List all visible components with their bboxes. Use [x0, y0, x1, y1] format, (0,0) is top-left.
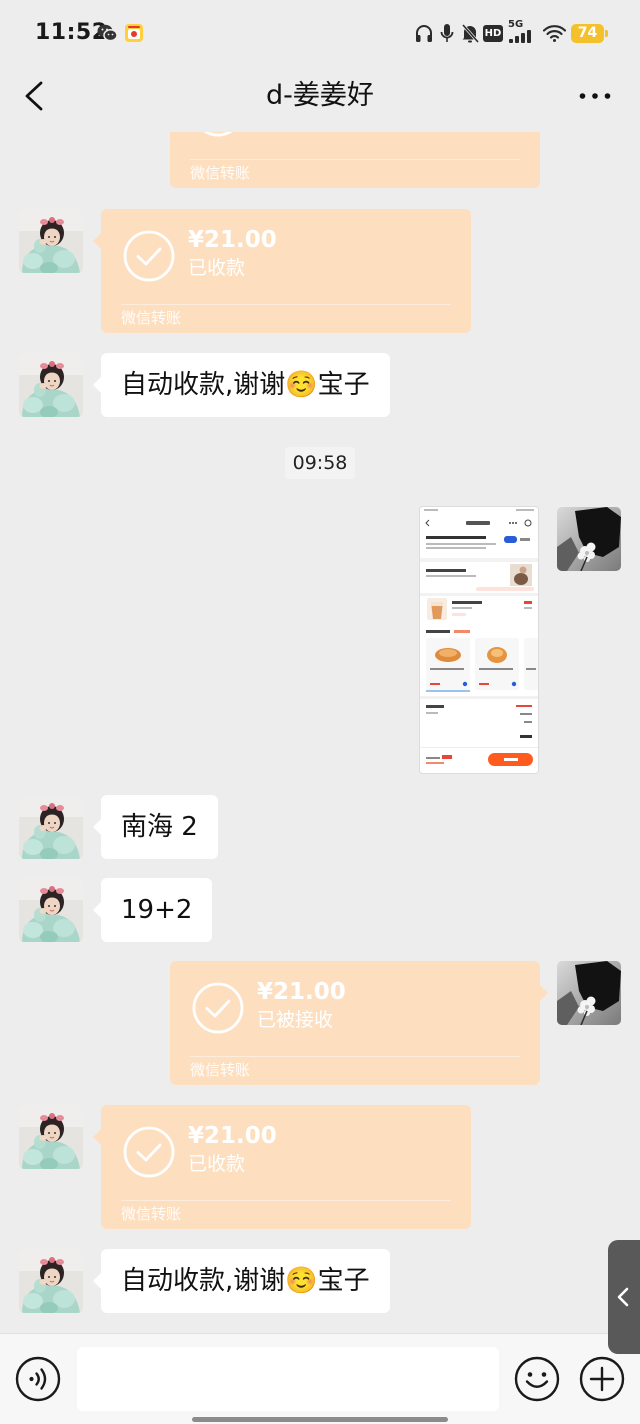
- my-avatar[interactable]: [557, 961, 621, 1025]
- transfer-amount: ¥21.00: [188, 1123, 277, 1149]
- message-bubble[interactable]: 自动收款,谢谢☺️宝子: [93, 353, 390, 417]
- transfer-footer: 微信转账: [190, 1061, 251, 1079]
- composer-bar: [0, 1333, 640, 1424]
- contact-avatar[interactable]: [19, 209, 83, 273]
- signal-icon: [509, 30, 531, 43]
- transfer-status: 已收款: [188, 257, 246, 279]
- home-indicator[interactable]: [192, 1417, 448, 1422]
- bell-muted-icon: [461, 24, 479, 43]
- divider: [190, 159, 520, 160]
- battery-icon: 74: [571, 24, 604, 43]
- transfer-status: 已收款: [188, 1153, 246, 1175]
- transfer-card-sent[interactable]: ¥21.00 已被接收 微信转账: [170, 961, 548, 1085]
- divider: [190, 1056, 520, 1057]
- plus-icon[interactable]: [579, 1356, 625, 1402]
- top-bar: 11:52 HD 5G 74 d-姜姜好: [0, 0, 640, 132]
- order-screenshot-image[interactable]: [420, 507, 538, 773]
- transfer-amount: ¥21.00: [188, 227, 277, 253]
- chat-title: d-姜姜好: [266, 80, 374, 111]
- battery-nub: [605, 30, 608, 37]
- check-circle-icon: [123, 230, 175, 282]
- wechat-icon: [97, 24, 118, 42]
- transfer-amount: ¥21.00: [257, 979, 346, 1005]
- transfer-card-received[interactable]: ¥21.00 已收款 微信转账: [93, 209, 471, 333]
- contact-avatar[interactable]: [19, 1105, 83, 1169]
- side-collapse-tab[interactable]: [608, 1240, 640, 1354]
- contact-avatar[interactable]: [19, 1249, 83, 1313]
- hd-badge: HD: [483, 25, 503, 42]
- emoji-icon[interactable]: [514, 1356, 560, 1402]
- check-circle-icon: [123, 1126, 175, 1178]
- timestamp-label: 09:58: [284, 447, 356, 479]
- divider: [121, 1200, 451, 1201]
- transfer-status: 已被接收: [257, 1009, 334, 1031]
- message-bubble[interactable]: 19+2: [92, 878, 213, 942]
- contact-avatar[interactable]: [19, 353, 83, 417]
- chat-timestamp: 09:58: [0, 447, 640, 479]
- divider: [121, 304, 451, 305]
- contact-avatar[interactable]: [19, 795, 83, 859]
- transfer-footer: 微信转账: [121, 1205, 182, 1223]
- chevron-left-icon: [617, 1287, 629, 1307]
- message-bubble[interactable]: 南海 2: [93, 795, 218, 859]
- message-input[interactable]: [77, 1347, 499, 1411]
- check-circle-icon: [192, 982, 244, 1034]
- voice-icon[interactable]: [15, 1356, 61, 1402]
- wifi-icon: [543, 25, 566, 42]
- transfer-card-received[interactable]: ¥21.00 已收款 微信转账: [93, 1105, 471, 1229]
- mic-icon: [440, 24, 454, 42]
- my-avatar[interactable]: [557, 507, 621, 571]
- message-bubble[interactable]: 自动收款,谢谢☺️宝子: [93, 1249, 390, 1313]
- more-dots-icon[interactable]: [576, 88, 614, 104]
- app-notification-icon: [125, 24, 143, 42]
- contact-avatar[interactable]: [19, 878, 83, 942]
- transfer-footer: 微信转账: [190, 164, 251, 182]
- headphones-icon: [416, 25, 432, 42]
- transfer-footer: 微信转账: [121, 309, 182, 327]
